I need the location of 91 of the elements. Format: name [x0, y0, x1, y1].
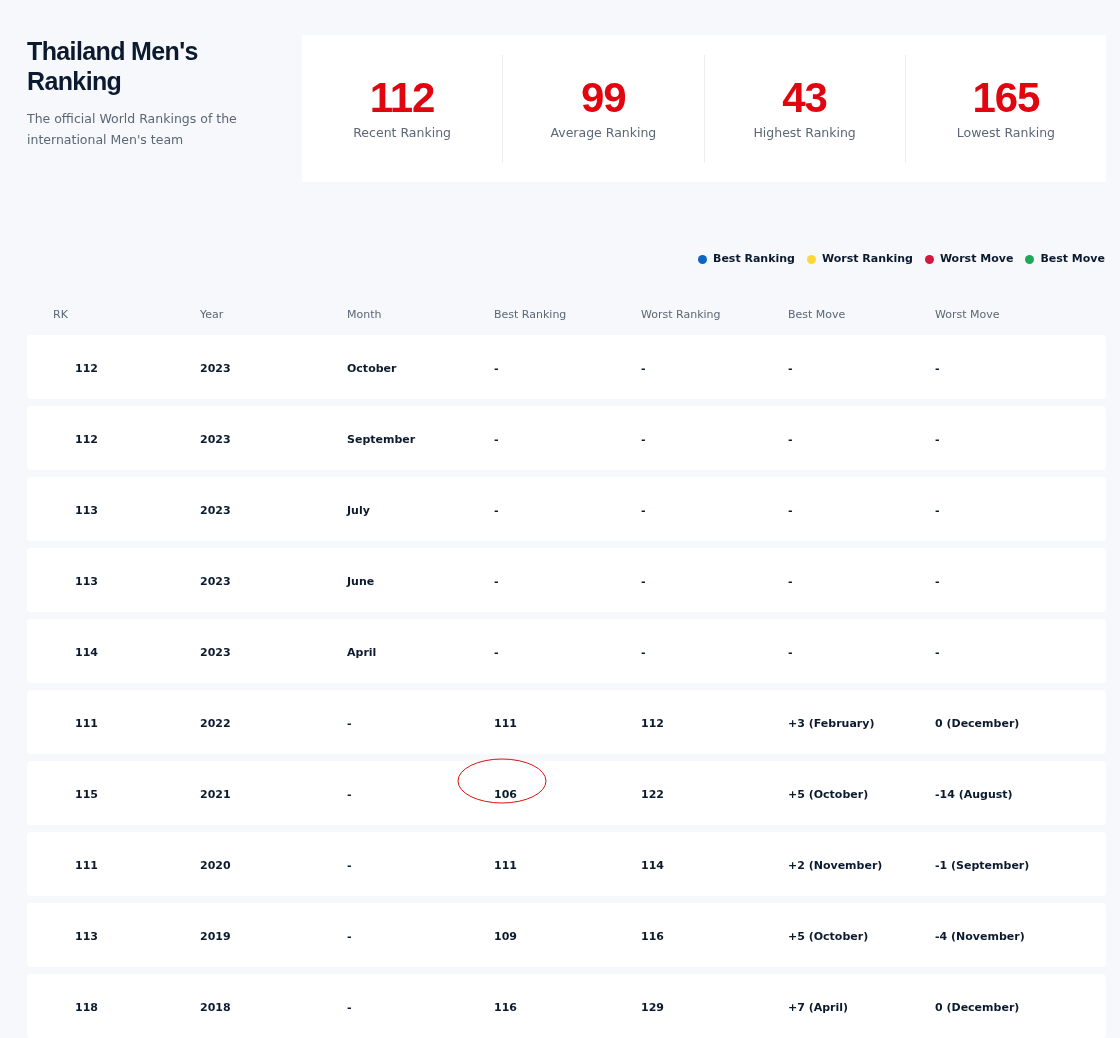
legend-label: Worst Ranking: [822, 251, 913, 267]
table-cell: -: [641, 503, 646, 517]
table-cell: 2022: [200, 716, 231, 730]
table-cell: -: [935, 361, 940, 375]
stat-value: 112: [369, 74, 435, 123]
stat-value: 165: [972, 74, 1040, 123]
table-cell: -: [788, 574, 793, 588]
table-cell: -: [347, 787, 352, 801]
table-cell: -: [347, 929, 352, 943]
table-cell: -: [788, 361, 793, 375]
table-cell: -: [788, 432, 793, 446]
table-cell: 113: [75, 503, 98, 517]
column-header: Month: [347, 307, 382, 321]
table-cell: 111: [75, 858, 98, 872]
table-cell: 113: [75, 574, 98, 588]
table-cell: -: [641, 361, 646, 375]
stat-label: Average Ranking: [550, 124, 657, 143]
table-cell: 2023: [200, 645, 231, 659]
table-cell: 111: [494, 858, 517, 872]
table-cell: September: [347, 432, 416, 446]
table-cell: 2023: [200, 503, 231, 517]
table-cell: 109: [494, 929, 517, 943]
table-cell: -: [641, 574, 646, 588]
table-cell: -: [347, 1000, 352, 1014]
table-cell: 2019: [200, 929, 231, 943]
table-cell: 0 (December): [935, 1000, 1020, 1014]
table-cell: -: [935, 574, 940, 588]
page-subtitle: The official World Rankings of the international Men's team: [27, 110, 238, 149]
table-cell: 118: [75, 1000, 98, 1014]
table-cell: 129: [641, 1000, 664, 1014]
table-cell: 2023: [200, 361, 231, 375]
table-cell: +7 (April): [788, 1000, 849, 1014]
table-cell: 115: [75, 787, 98, 801]
table-cell: October: [347, 361, 397, 375]
column-header: Best Ranking: [494, 307, 567, 321]
table-cell: 2020: [200, 858, 231, 872]
stat-value: 43: [782, 74, 827, 123]
column-header: Worst Ranking: [641, 307, 721, 321]
table-cell: 0 (December): [935, 716, 1020, 730]
table-cell: -: [347, 716, 352, 730]
table-cell: July: [347, 503, 370, 517]
table-cell: +5 (October): [788, 787, 869, 801]
legend-label: Best Move: [1040, 251, 1105, 267]
table-cell: +5 (October): [788, 929, 869, 943]
stat-label: Lowest Ranking: [956, 124, 1055, 143]
table-cell: -: [935, 503, 940, 517]
table-cell: -: [347, 858, 352, 872]
table-cell: -: [494, 645, 499, 659]
table-cell: June: [347, 574, 375, 588]
table-cell: 111: [75, 716, 98, 730]
table-cell: +3 (February): [788, 716, 875, 730]
page-title: Thailand Men's Ranking: [27, 36, 199, 96]
table-cell: 113: [75, 929, 98, 943]
column-header: RK: [53, 307, 68, 321]
table-cell: 2023: [200, 432, 231, 446]
stat-label: Highest Ranking: [753, 124, 856, 143]
table-cell: 112: [75, 432, 98, 446]
table-cell: -: [494, 574, 499, 588]
table-cell: -: [935, 432, 940, 446]
table-cell: -: [494, 503, 499, 517]
table-cell: 112: [641, 716, 664, 730]
table-cell: 116: [641, 929, 664, 943]
table-cell: 114: [75, 645, 98, 659]
table-cell: -1 (September): [935, 858, 1030, 872]
column-header: Year: [200, 307, 224, 321]
table-cell: 2023: [200, 574, 231, 588]
table-cell: -: [494, 361, 499, 375]
table-cell: -: [494, 432, 499, 446]
table-cell: -: [935, 645, 940, 659]
legend-label: Worst Move: [939, 251, 1014, 267]
table-cell: -: [641, 645, 646, 659]
table-cell: April: [347, 645, 377, 659]
column-header: Worst Move: [935, 307, 1000, 321]
stat-label: Recent Ranking: [353, 124, 451, 143]
table-cell: 112: [75, 361, 98, 375]
table-cell: +2 (November): [788, 858, 883, 872]
table-cell: -: [788, 645, 793, 659]
stat-value: 99: [581, 74, 626, 123]
table-cell: 116: [494, 1000, 517, 1014]
table-cell: 2018: [200, 1000, 231, 1014]
table-cell: -: [641, 432, 646, 446]
table-cell: -4 (November): [935, 929, 1025, 943]
column-header: Best Move: [788, 307, 846, 321]
table-cell: 114: [641, 858, 664, 872]
table-cell: -: [788, 503, 793, 517]
table-cell: 122: [641, 787, 664, 801]
legend-label: Best Ranking: [713, 251, 795, 267]
table-cell: -14 (August): [935, 787, 1013, 801]
table-cell: 2021: [200, 787, 231, 801]
table-cell: 111: [494, 716, 517, 730]
table-cell: 106: [494, 787, 517, 801]
